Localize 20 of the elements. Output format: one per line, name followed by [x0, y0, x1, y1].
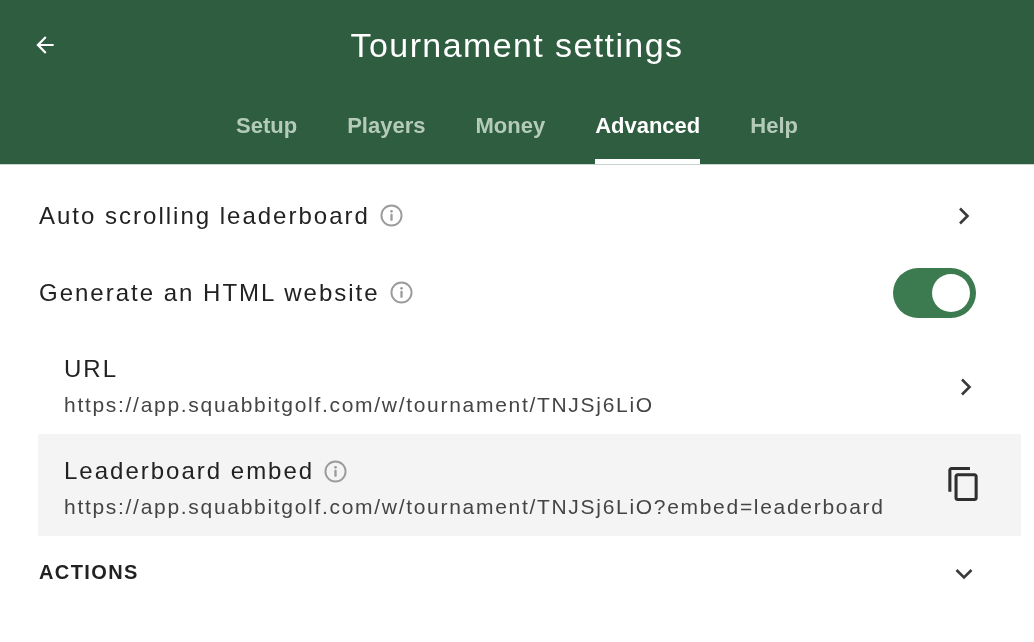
chevron-down-icon[interactable] [955, 568, 973, 580]
setting-label: Leaderboard embed [64, 457, 315, 485]
url-text: https://app.squabbitgolf.com/w/tournament/TNJSj6LiO?embed=leaderboard [64, 494, 885, 520]
section-heading[interactable]: ACTIONS [39, 560, 139, 584]
toggle-switch[interactable] [893, 267, 976, 318]
url-text: https://app.squabbitgolf.com/w/tournament/TNJSj6LiO [64, 392, 654, 418]
copy-icon[interactable] [948, 467, 978, 501]
tab[interactable]: Money [475, 90, 546, 164]
chevron-right-icon[interactable] [958, 206, 970, 225]
info-icon[interactable] [389, 281, 413, 304]
page-title: Tournament settings [350, 25, 684, 65]
tab[interactable]: Help [750, 90, 798, 164]
chevron-right-icon[interactable] [960, 378, 972, 396]
setting-label: Generate an HTML website [39, 278, 380, 307]
info-icon[interactable] [379, 204, 403, 227]
tab[interactable]: Advanced [595, 90, 701, 164]
tab[interactable]: Players [347, 90, 426, 164]
setting-label: URL [64, 355, 118, 383]
setting-label: Auto scrolling leaderboard [39, 201, 370, 230]
tab[interactable]: Setup [236, 90, 298, 164]
